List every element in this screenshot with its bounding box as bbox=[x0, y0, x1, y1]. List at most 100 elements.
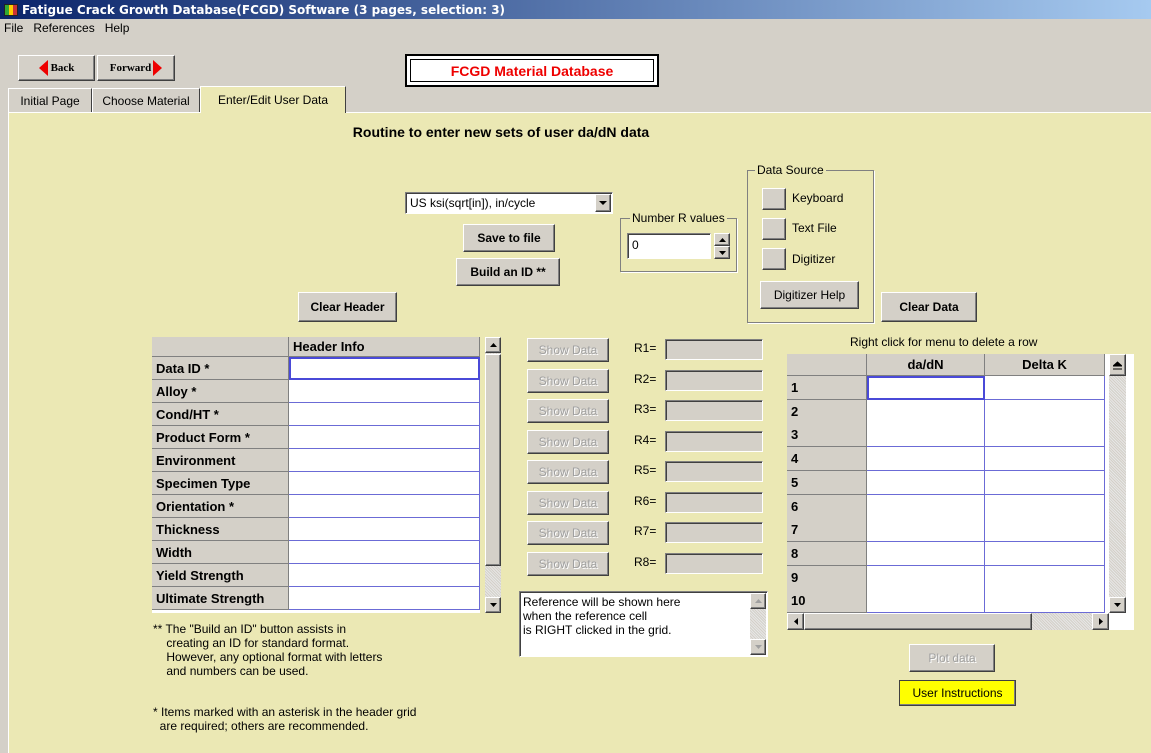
delta-k-cell[interactable] bbox=[985, 542, 1105, 566]
tab-choose-material[interactable]: Choose Material bbox=[92, 88, 200, 112]
tab-initial-page[interactable]: Initial Page bbox=[8, 88, 92, 112]
dadn-cell[interactable] bbox=[867, 400, 985, 424]
tab-enter-edit-user-data[interactable]: Enter/Edit User Data bbox=[200, 86, 346, 113]
keyboard-source-button[interactable] bbox=[762, 188, 786, 210]
show-data-button[interactable]: Show Data bbox=[527, 491, 609, 515]
r-value-input[interactable] bbox=[665, 370, 763, 391]
build-id-button[interactable]: Build an ID ** bbox=[456, 258, 560, 286]
dadn-cell[interactable] bbox=[867, 447, 985, 471]
dadn-cell[interactable] bbox=[867, 495, 985, 519]
banner-title: FCGD Material Database bbox=[410, 59, 654, 82]
text-file-source-button[interactable] bbox=[762, 218, 786, 240]
header-info-cell[interactable] bbox=[289, 564, 480, 587]
ref-scroll-up-icon[interactable] bbox=[750, 593, 766, 609]
r-value-input[interactable] bbox=[665, 461, 763, 482]
header-row-label: Ultimate Strength bbox=[152, 587, 289, 610]
r-value-input[interactable] bbox=[665, 339, 763, 360]
header-row-label: Orientation * bbox=[152, 495, 289, 518]
asterisk-note: * Items marked with an asterisk in the h… bbox=[153, 705, 417, 733]
scroll-down-icon[interactable] bbox=[485, 597, 501, 613]
back-button[interactable]: Back bbox=[18, 55, 95, 81]
data-row-number: 4 bbox=[787, 447, 867, 471]
dadn-cell[interactable] bbox=[867, 471, 985, 495]
dadn-cell[interactable] bbox=[867, 566, 985, 590]
show-data-button[interactable]: Show Data bbox=[527, 552, 609, 576]
dadn-cell[interactable] bbox=[867, 542, 985, 566]
reference-box[interactable]: Reference will be shown here when the re… bbox=[519, 591, 768, 657]
data-row-number: 8 bbox=[787, 542, 867, 566]
data-scroll-down-icon[interactable] bbox=[1109, 597, 1126, 613]
banner: FCGD Material Database bbox=[405, 54, 659, 87]
scroll-up-icon[interactable] bbox=[485, 337, 501, 353]
header-info-cell[interactable] bbox=[289, 380, 480, 403]
save-to-file-button[interactable]: Save to file bbox=[463, 224, 555, 252]
header-info-cell[interactable] bbox=[289, 587, 480, 610]
header-info-cell[interactable] bbox=[289, 426, 480, 449]
menu-references[interactable]: References bbox=[33, 21, 94, 35]
units-select[interactable]: US ksi(sqrt[in]), in/cycle bbox=[405, 192, 613, 214]
data-scroll-right-icon[interactable] bbox=[1092, 613, 1109, 630]
header-info-cell[interactable] bbox=[289, 357, 480, 380]
delta-k-cell[interactable] bbox=[985, 518, 1105, 542]
show-data-button[interactable]: Show Data bbox=[527, 460, 609, 484]
header-row-label: Environment bbox=[152, 449, 289, 472]
spin-down-icon[interactable] bbox=[714, 246, 730, 259]
delta-k-cell[interactable] bbox=[985, 423, 1105, 447]
menu-file[interactable]: File bbox=[4, 21, 23, 35]
header-row-label: Specimen Type bbox=[152, 472, 289, 495]
digitizer-help-button[interactable]: Digitizer Help bbox=[760, 281, 859, 309]
r-value-input[interactable] bbox=[665, 492, 763, 513]
header-grid-scroll-thumb[interactable] bbox=[485, 354, 501, 566]
show-data-button[interactable]: Show Data bbox=[527, 430, 609, 454]
spin-up-icon[interactable] bbox=[714, 233, 730, 246]
show-data-button[interactable]: Show Data bbox=[527, 521, 609, 545]
forward-button[interactable]: Forward bbox=[97, 55, 175, 81]
r-value-input[interactable] bbox=[665, 431, 763, 452]
dadn-cell[interactable] bbox=[867, 518, 985, 542]
window-title: Fatigue Crack Growth Database(FCGD) Soft… bbox=[22, 2, 506, 17]
build-id-note: ** The "Build an ID" button assists in c… bbox=[153, 622, 383, 678]
header-row-label: Thickness bbox=[152, 518, 289, 541]
r-value-input[interactable] bbox=[665, 400, 763, 421]
forward-label: Forward bbox=[109, 62, 152, 74]
delta-k-cell[interactable] bbox=[985, 566, 1105, 590]
show-data-button[interactable]: Show Data bbox=[527, 338, 609, 362]
header-row-label: Data ID * bbox=[152, 357, 289, 380]
menu-help[interactable]: Help bbox=[105, 21, 130, 35]
data-grid-hscroll-thumb[interactable] bbox=[804, 613, 1032, 630]
dadn-cell[interactable] bbox=[867, 423, 985, 447]
delta-k-cell[interactable] bbox=[985, 589, 1105, 613]
user-instructions-button[interactable]: User Instructions bbox=[899, 680, 1016, 706]
data-scroll-up-icon[interactable] bbox=[1109, 354, 1126, 376]
header-info-cell[interactable] bbox=[289, 495, 480, 518]
data-scroll-left-icon[interactable] bbox=[787, 613, 804, 630]
r-value-input[interactable] bbox=[665, 553, 763, 574]
delta-k-cell[interactable] bbox=[985, 400, 1105, 424]
header-info-cell[interactable] bbox=[289, 518, 480, 541]
show-data-button[interactable]: Show Data bbox=[527, 369, 609, 393]
header-row-label: Alloy * bbox=[152, 380, 289, 403]
digitizer-source-button[interactable] bbox=[762, 248, 786, 270]
chevron-down-icon[interactable] bbox=[595, 194, 611, 212]
data-grid-vscrollbar[interactable] bbox=[1109, 354, 1126, 613]
dadn-cell[interactable] bbox=[867, 376, 985, 400]
delta-k-cell[interactable] bbox=[985, 376, 1105, 400]
header-info-cell[interactable] bbox=[289, 403, 480, 426]
number-r-input[interactable]: 0 bbox=[627, 233, 711, 259]
clear-header-button[interactable]: Clear Header bbox=[298, 292, 397, 322]
clear-data-button[interactable]: Clear Data bbox=[881, 292, 977, 322]
delta-k-cell[interactable] bbox=[985, 495, 1105, 519]
r-value-input[interactable] bbox=[665, 522, 763, 543]
plot-data-button[interactable]: Plot data bbox=[909, 644, 995, 672]
header-info-cell[interactable] bbox=[289, 449, 480, 472]
ref-scroll-down-icon[interactable] bbox=[750, 639, 766, 655]
dadn-cell[interactable] bbox=[867, 589, 985, 613]
header-info-cell[interactable] bbox=[289, 541, 480, 564]
header-row-label: Cond/HT * bbox=[152, 403, 289, 426]
header-row-label: Product Form * bbox=[152, 426, 289, 449]
header-info-cell[interactable] bbox=[289, 472, 480, 495]
delta-k-cell[interactable] bbox=[985, 447, 1105, 471]
data-row-number: 7 bbox=[787, 518, 867, 542]
show-data-button[interactable]: Show Data bbox=[527, 399, 609, 423]
delta-k-cell[interactable] bbox=[985, 471, 1105, 495]
